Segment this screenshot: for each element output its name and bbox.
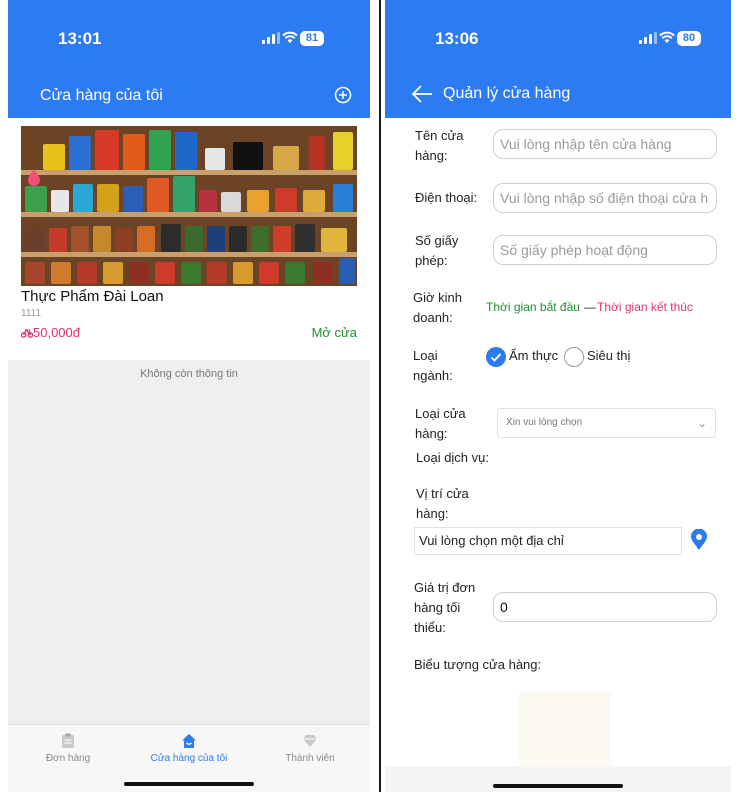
status-bar: 13:01 81 xyxy=(8,0,370,72)
home-icon xyxy=(182,734,196,748)
time-separator: — xyxy=(584,300,596,314)
tab-my-store[interactable]: Cửa hàng của tôi xyxy=(129,733,249,764)
check-icon xyxy=(490,353,502,362)
status-icons: 81 xyxy=(262,31,324,47)
battery-indicator: 80 xyxy=(677,31,701,46)
store-type-placeholder: Xin vui lòng chọn xyxy=(506,417,583,428)
page-title: Cửa hàng của tôi xyxy=(40,87,163,104)
address-input[interactable]: Vui lòng chọn một địa chỉ xyxy=(414,527,682,555)
radio-food[interactable] xyxy=(486,347,506,367)
store-management-screen: 13:06 80 Quản lý cửa hàng Tên cửa hàng: V… xyxy=(385,0,731,792)
label-store-name: Tên cửa hàng: xyxy=(415,128,464,163)
clipboard-icon xyxy=(62,733,74,748)
price-value: 50,000đ xyxy=(33,325,80,340)
divider xyxy=(379,0,381,792)
bike-icon xyxy=(20,328,34,338)
store-name: Thực Phẩm Đài Loan xyxy=(21,288,164,305)
label-industry: Loại ngành: xyxy=(413,348,453,383)
label-min-order: Giá trị đơn hàng tối thiểu: xyxy=(414,580,476,635)
wifi-icon xyxy=(282,31,298,43)
store-price: 50,000đ xyxy=(20,325,80,340)
header: 13:06 80 Quản lý cửa hàng xyxy=(385,0,731,118)
status-time: 13:01 xyxy=(58,29,102,48)
label-store-type: Loại cửa hàng: xyxy=(415,406,466,441)
tab-label-my-store: Cửa hàng của tôi xyxy=(150,753,228,764)
home-indicator xyxy=(493,784,623,788)
signal-icon xyxy=(639,32,657,44)
tab-label-members: Thành viên xyxy=(285,753,335,764)
home-indicator xyxy=(124,782,254,786)
store-image xyxy=(21,126,357,286)
label-phone: Điện thoại: xyxy=(415,190,478,205)
store-name-input[interactable]: Vui lòng nhập tên cửa hàng xyxy=(493,129,717,159)
label-store-icon: Biểu tượng cửa hàng: xyxy=(414,657,542,672)
header: 13:01 81 Cửa hàng của tôi xyxy=(8,0,370,118)
label-business-hours: Giờ kinh doanh: xyxy=(413,290,462,325)
page-title: Quản lý cửa hàng xyxy=(443,85,571,102)
label-license: Số giấy phép: xyxy=(415,233,459,268)
tab-orders[interactable]: Đơn hàng xyxy=(8,733,128,764)
min-order-input[interactable]: 0 xyxy=(493,592,717,622)
start-time-picker[interactable]: Thời gian bắt đầu xyxy=(486,300,580,314)
label-location: Vị trí cửa hàng: xyxy=(416,486,469,521)
radio-supermarket-label: Siêu thị xyxy=(587,348,631,363)
status-bar: 13:06 80 xyxy=(385,0,731,72)
add-circle-icon[interactable] xyxy=(334,86,352,104)
store-icon-upload[interactable] xyxy=(519,692,611,768)
wifi-icon xyxy=(659,31,675,43)
end-time-picker[interactable]: Thời gian kết thúc xyxy=(597,300,693,314)
signal-icon xyxy=(262,32,280,44)
chevron-down-icon: ⌄ xyxy=(696,416,707,430)
bottom-bar xyxy=(385,766,731,792)
battery-indicator: 81 xyxy=(300,31,324,46)
location-pin-icon[interactable] xyxy=(690,529,708,551)
no-more-info: Không còn thông tin xyxy=(140,368,238,380)
back-arrow-icon[interactable] xyxy=(411,84,433,104)
phone-input[interactable]: Vui lòng nhập số điện thoại cửa h xyxy=(493,183,717,213)
open-status: Mở cửa xyxy=(311,325,357,340)
diamond-icon xyxy=(303,735,317,747)
store-card[interactable]: Thực Phẩm Đài Loan 1111 50,000đ Mở cửa xyxy=(8,118,370,360)
flame-icon xyxy=(28,169,40,186)
store-id: 1111 xyxy=(21,308,42,319)
tab-bar: Đơn hàng Cửa hàng của tôi Thành viên xyxy=(8,724,370,792)
radio-food-label: Ẩm thực xyxy=(509,348,559,363)
radio-supermarket[interactable] xyxy=(564,347,584,367)
store-type-select[interactable]: Xin vui lòng chọn ⌄ xyxy=(497,408,716,438)
my-store-screen: 13:01 81 Cửa hàng của tôi Thực Phẩm Đài … xyxy=(8,0,370,792)
label-service-type: Loại dịch vụ: xyxy=(416,450,489,465)
tab-members[interactable]: Thành viên xyxy=(250,733,370,764)
status-icons: 80 xyxy=(639,31,701,47)
tab-label-orders: Đơn hàng xyxy=(45,753,91,764)
status-time: 13:06 xyxy=(435,29,479,48)
license-input[interactable]: Số giấy phép hoạt động xyxy=(493,235,717,265)
